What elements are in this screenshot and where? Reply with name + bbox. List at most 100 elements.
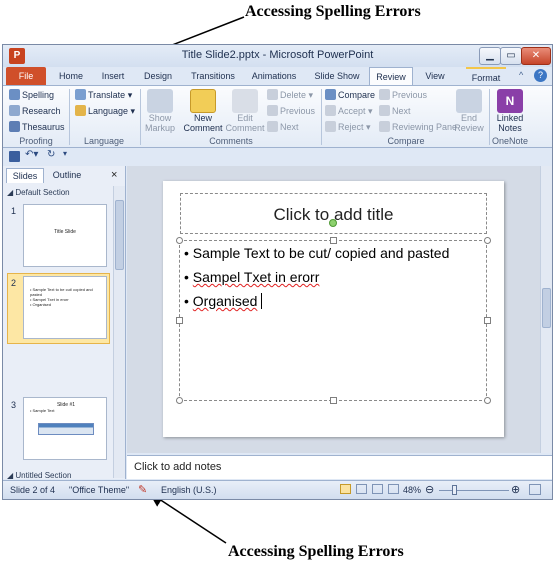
tab-animations[interactable]: Animations bbox=[248, 67, 300, 85]
accept-button[interactable]: Accept ▾ bbox=[325, 105, 373, 117]
notes-pane[interactable]: Click to add notes bbox=[127, 455, 552, 479]
theme-name[interactable]: "Office Theme" bbox=[69, 485, 129, 495]
thesaurus-button[interactable]: Thesaurus bbox=[9, 121, 65, 132]
translate-button[interactable]: Translate ▾ bbox=[75, 89, 132, 101]
pane-scrollbar[interactable] bbox=[113, 186, 125, 478]
linked-notes-button[interactable]: N Linked Notes bbox=[492, 89, 528, 133]
show-markup-button[interactable]: Show Markup bbox=[143, 89, 177, 133]
thumb-line: • Organised bbox=[30, 302, 51, 307]
new-comment-icon bbox=[190, 89, 216, 113]
next-icon bbox=[379, 105, 390, 116]
previous-comment-button[interactable]: Previous bbox=[267, 105, 315, 116]
help-icon[interactable]: ? bbox=[534, 69, 547, 82]
spelling-button[interactable]: Spelling bbox=[9, 89, 54, 100]
title-placeholder[interactable]: Click to add title bbox=[180, 193, 487, 234]
show-markup-icon bbox=[147, 89, 173, 113]
zoom-slider[interactable] bbox=[439, 490, 509, 491]
section-header[interactable]: ◢ Untitled Section bbox=[7, 471, 71, 480]
customize-qat-icon[interactable]: ▾ bbox=[63, 149, 67, 158]
end-review-button[interactable]: End Review bbox=[451, 89, 487, 133]
next-icon bbox=[267, 121, 278, 132]
fit-to-window-icon[interactable] bbox=[529, 484, 541, 495]
resize-handle[interactable] bbox=[176, 317, 183, 324]
resize-handle[interactable] bbox=[484, 237, 491, 244]
slide-thumbnail-3[interactable]: Slide #1 • Sample Text bbox=[23, 397, 107, 460]
tab-home[interactable]: Home bbox=[53, 67, 89, 85]
resize-handle[interactable] bbox=[484, 317, 491, 324]
delete-comment-button[interactable]: Delete ▾ bbox=[267, 89, 313, 101]
scroll-thumb[interactable] bbox=[542, 288, 551, 328]
editor-scrollbar[interactable] bbox=[540, 166, 552, 453]
redo-icon[interactable]: ↻ bbox=[47, 149, 55, 160]
zoom-slider-thumb[interactable] bbox=[452, 485, 457, 495]
bullet-line[interactable]: • Sampel Txet in erorr bbox=[184, 269, 319, 285]
section-header[interactable]: ◢ Default Section bbox=[7, 188, 70, 197]
slide-thumbnail-2[interactable]: • Sample Text to be cut/ copied and past… bbox=[23, 276, 107, 339]
reviewing-pane-button[interactable]: Reviewing Pane bbox=[379, 121, 457, 132]
group-label-language: Language bbox=[83, 136, 125, 146]
tab-design[interactable]: Design bbox=[139, 67, 177, 85]
tab-file[interactable]: File bbox=[6, 67, 46, 85]
bullet-line[interactable]: • Sample Text to be cut/ copied and past… bbox=[184, 245, 449, 261]
maximize-button[interactable]: ▭ bbox=[500, 47, 522, 65]
reject-button[interactable]: Reject ▾ bbox=[325, 121, 371, 133]
research-button[interactable]: Research bbox=[9, 105, 61, 116]
bullet-line[interactable]: • Organised​ bbox=[184, 293, 263, 309]
zoom-level[interactable]: 48% bbox=[403, 485, 421, 495]
resize-handle[interactable] bbox=[176, 397, 183, 404]
resize-handle[interactable] bbox=[330, 397, 337, 404]
new-comment-button[interactable]: New Comment bbox=[181, 89, 225, 133]
resize-handle[interactable] bbox=[176, 237, 183, 244]
reading-view-icon[interactable] bbox=[372, 484, 383, 494]
thumb-table bbox=[38, 423, 94, 435]
language-button[interactable]: Language ▾ bbox=[75, 105, 135, 117]
resize-handle[interactable] bbox=[330, 237, 337, 244]
proofing-errors-icon[interactable]: ✎ bbox=[138, 483, 147, 496]
reviewing-pane-icon bbox=[379, 121, 390, 132]
edit-comment-button[interactable]: Edit Comment bbox=[225, 89, 265, 133]
rotate-handle[interactable] bbox=[329, 219, 337, 227]
ribbon-separator bbox=[321, 89, 322, 145]
tab-slide-show[interactable]: Slide Show bbox=[309, 67, 365, 85]
accept-icon bbox=[325, 105, 336, 116]
slide-show-icon[interactable] bbox=[388, 484, 399, 494]
delete-icon bbox=[267, 89, 278, 100]
edit-comment-icon bbox=[232, 89, 258, 113]
slide-canvas[interactable]: Click to add title • Sample Text to be c… bbox=[163, 181, 504, 437]
slide-number: 1 bbox=[11, 206, 17, 216]
next-comment-button[interactable]: Next bbox=[267, 121, 299, 132]
compare-next-button[interactable]: Next bbox=[379, 105, 411, 116]
resize-handle[interactable] bbox=[484, 397, 491, 404]
tab-insert[interactable]: Insert bbox=[95, 67, 131, 85]
misspelled-text: Organised bbox=[192, 293, 258, 309]
title-bar: P Title Slide2.pptx - Microsoft PowerPoi… bbox=[3, 45, 552, 67]
tab-view[interactable]: View bbox=[419, 67, 451, 85]
tab-review[interactable]: Review bbox=[369, 67, 413, 85]
undo-icon[interactable]: ↶▾ bbox=[25, 149, 38, 160]
scroll-thumb[interactable] bbox=[115, 200, 124, 270]
minimize-ribbon-icon[interactable]: ^ bbox=[519, 70, 523, 80]
slide-counter: Slide 2 of 4 bbox=[10, 485, 56, 495]
tab-outline[interactable]: Outline bbox=[47, 168, 87, 183]
slide-number: 3 bbox=[11, 400, 17, 410]
close-button[interactable]: ✕ bbox=[521, 47, 551, 65]
save-icon[interactable] bbox=[9, 151, 20, 162]
slide-sorter-icon[interactable] bbox=[356, 484, 367, 494]
minimize-button[interactable]: ▁ bbox=[479, 47, 501, 65]
language-indicator[interactable]: English (U.S.) bbox=[161, 485, 217, 495]
compare-button[interactable]: Compare bbox=[325, 89, 375, 100]
zoom-out-icon[interactable]: ⊖ bbox=[425, 483, 434, 496]
zoom-in-icon[interactable]: ⊕ bbox=[511, 483, 520, 496]
slide-thumbnail-1[interactable]: Title Slide bbox=[23, 204, 107, 267]
thesaurus-icon bbox=[9, 121, 20, 132]
tab-slides[interactable]: Slides bbox=[6, 168, 44, 183]
slides-pane: Slides Outline × ◢ Default Section 1 Tit… bbox=[3, 166, 126, 480]
tab-transitions[interactable]: Transitions bbox=[186, 67, 240, 85]
normal-view-icon[interactable] bbox=[340, 484, 351, 494]
close-pane-icon[interactable]: × bbox=[111, 169, 117, 181]
compare-previous-button[interactable]: Previous bbox=[379, 89, 427, 100]
spelling-icon bbox=[9, 89, 20, 100]
translate-icon bbox=[75, 89, 86, 100]
tab-format[interactable]: Format bbox=[466, 67, 506, 85]
content-placeholder[interactable]: • Sample Text to be cut/ copied and past… bbox=[179, 240, 487, 401]
